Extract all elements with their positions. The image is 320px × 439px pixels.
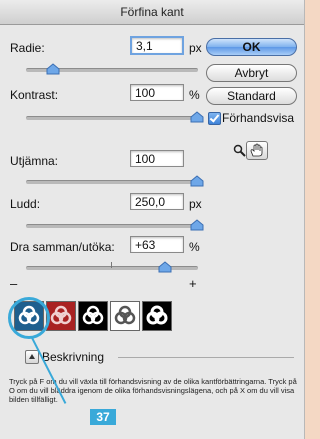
ok-button[interactable]: OK (206, 38, 297, 56)
preview-mode-on-black[interactable] (78, 301, 108, 331)
hand-tool-button[interactable] (246, 141, 268, 160)
feather-label: Ludd: (10, 197, 41, 211)
preview-mode-on-white[interactable] (110, 301, 140, 331)
zoom-icon[interactable] (233, 144, 246, 162)
default-button[interactable]: Standard (206, 87, 297, 105)
contract-expand-slider-track[interactable] (26, 266, 198, 270)
smooth-slider-track[interactable] (26, 180, 198, 184)
description-separator (118, 357, 294, 358)
preview-label: Förhandsvisa (222, 111, 295, 125)
hand-icon (250, 143, 263, 157)
refine-edge-dialog: Förfina kant Radie: 3,1 px Kontrast: 100… (0, 0, 305, 439)
dialog-title: Förfina kant (120, 5, 184, 19)
rings-icon (50, 305, 72, 325)
feather-input[interactable]: 250,0 (130, 193, 184, 210)
smooth-input[interactable]: 100 (130, 150, 184, 167)
description-toggle[interactable] (25, 350, 39, 364)
min-label: – (10, 276, 18, 291)
smooth-label: Utjämna: (10, 154, 59, 168)
callout-circle (8, 297, 50, 339)
title-bar[interactable]: Förfina kant (0, 0, 304, 25)
radius-unit: px (189, 41, 202, 55)
contrast-unit: % (189, 88, 200, 102)
preview-mode-quick-mask[interactable] (46, 301, 76, 331)
center-tick (111, 262, 112, 268)
description-label: Beskrivning (42, 350, 105, 364)
contrast-input[interactable]: 100 (130, 84, 184, 101)
feather-unit: px (189, 197, 202, 211)
radius-label: Radie: (10, 41, 45, 55)
rings-icon (114, 305, 136, 325)
contract-expand-label: Dra samman/utöka: (10, 240, 115, 254)
feather-slider-track[interactable] (26, 224, 198, 228)
contract-expand-unit: % (189, 240, 200, 254)
radius-input[interactable]: 3,1 (130, 36, 184, 55)
rings-icon (82, 305, 104, 325)
contrast-label: Kontrast: (10, 88, 59, 102)
contract-expand-input[interactable]: +63 (130, 236, 184, 253)
preview-mode-mask[interactable] (142, 301, 172, 331)
rings-icon (146, 305, 168, 325)
cancel-button[interactable]: Avbryt (206, 64, 297, 82)
max-label: + (189, 276, 197, 291)
contrast-slider-track[interactable] (26, 116, 198, 120)
callout-badge: 37 (90, 409, 116, 425)
preview-checkbox[interactable] (208, 112, 221, 125)
